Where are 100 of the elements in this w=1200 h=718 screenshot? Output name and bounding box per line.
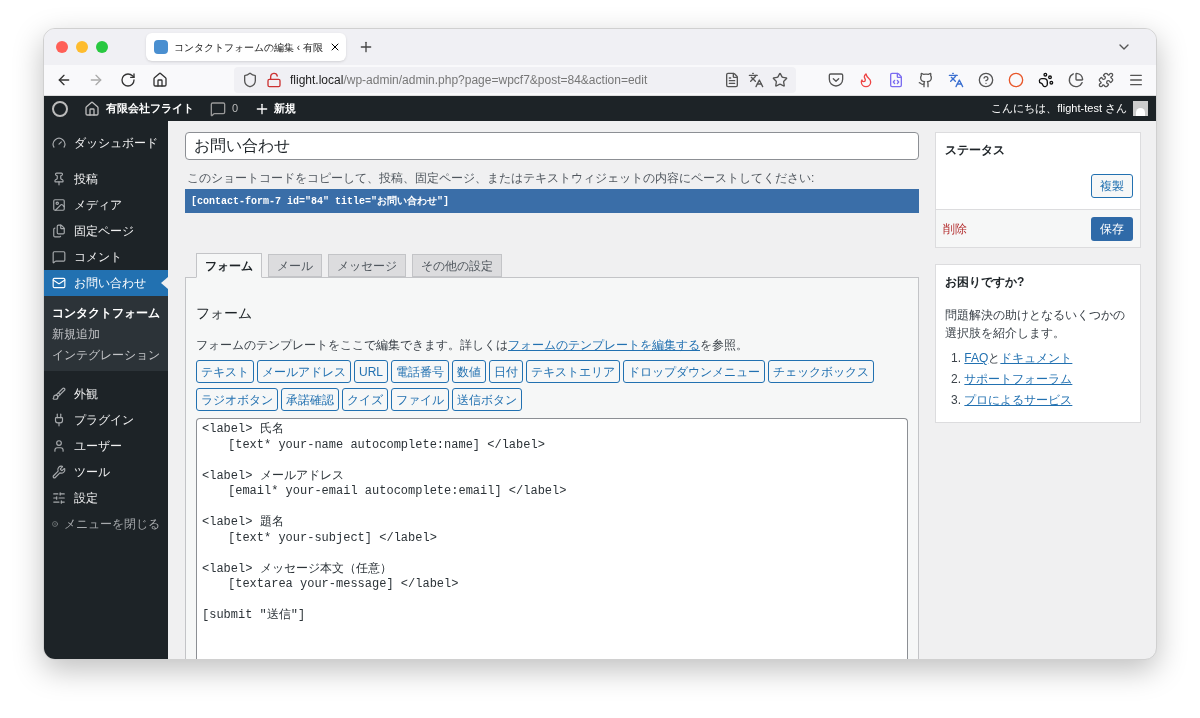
tag-generator-button[interactable]: 日付 [489, 360, 523, 383]
code-line: [email* your-email autocomplete:email] </label> [228, 484, 567, 500]
tag-generator-button[interactable]: 承諾確認 [281, 388, 339, 411]
menu-item-icon [52, 387, 66, 401]
code-line: <label> 氏名 [202, 422, 284, 438]
address-bar[interactable]: flight.local/wp-admin/admin.php?page=wpcf7&post=84&action=edit [234, 67, 796, 93]
tag-generator-button[interactable]: メールアドレス [257, 360, 351, 383]
home-icon[interactable] [152, 72, 168, 88]
sidebar-item[interactable]: お問い合わせ [44, 270, 168, 296]
shortcode-field[interactable]: [contact-form-7 id="84" title="お問い合わせ"] [185, 189, 919, 213]
site-name-link[interactable]: 有限会社フライト [106, 100, 194, 117]
help-item: 1. FAQと ドキュメント [951, 350, 1074, 367]
submenu-item[interactable]: 新規追加 [44, 323, 168, 344]
reload-icon[interactable] [120, 72, 136, 88]
pie-chart-icon[interactable] [1068, 72, 1084, 88]
help-link[interactable]: FAQ [964, 351, 989, 365]
close-window-button[interactable] [56, 41, 68, 53]
code-line: <label> 題名 [202, 515, 284, 531]
code-line: [text* your-subject] </label> [228, 530, 437, 546]
menu-item-icon [52, 465, 66, 479]
new-link[interactable]: 新規 [274, 100, 297, 117]
sidebar-item[interactable]: 外観 [44, 381, 168, 407]
menu-item-icon [52, 439, 66, 453]
help-item: 2. サポートフォーラム [951, 371, 1074, 388]
tag-generator-button[interactable]: チェックボックス [768, 360, 874, 383]
tag-generator-button[interactable]: 電話番号 [391, 360, 449, 383]
sidebar-item[interactable]: 設定 [44, 485, 168, 511]
browser-tab[interactable]: コンタクトフォームの編集 ‹ 有限 [146, 33, 346, 61]
comment-icon[interactable] [210, 100, 226, 117]
cat-icon[interactable] [918, 72, 934, 88]
delete-link[interactable]: 削除 [943, 219, 967, 238]
help-title: お困りですか? [945, 274, 1026, 291]
submenu-item[interactable]: コンタクトフォーム [44, 302, 168, 323]
tag-generator-button[interactable]: ファイル [391, 388, 449, 411]
help-link[interactable]: サポートフォーラム [964, 372, 1073, 386]
current-arrow [161, 277, 168, 289]
code-line: [text* your-name autocomplete:name] </label> [228, 437, 545, 453]
reader-view-icon[interactable] [724, 72, 740, 88]
menu-item-icon [52, 136, 66, 150]
url-text: flight.local/wp-admin/admin.php?page=wpcf7&post=84&action=edit [290, 72, 648, 89]
tag-generator-button[interactable]: 送信ボタン [452, 388, 522, 411]
sidebar-item[interactable]: コメント [44, 244, 168, 270]
title-field[interactable]: お問い合わせ [185, 132, 919, 160]
menu-icon[interactable] [1128, 72, 1144, 88]
menu-item-icon [52, 250, 66, 264]
flame-icon[interactable] [858, 72, 874, 88]
tag-generator-button[interactable]: 数値 [452, 360, 486, 383]
tag-generator-button[interactable]: テキストエリア [526, 360, 620, 383]
menu-item-icon [52, 172, 66, 186]
settings-tab[interactable]: メッセージ [328, 254, 406, 277]
help-text: 問題解決の助けとなるいくつかの選択肢を紹介します。 [945, 307, 1126, 342]
sidebar-item[interactable]: プラグイン [44, 407, 168, 433]
extensions-icon[interactable] [1098, 72, 1114, 88]
code-line: <label> メッセージ本文（任意） [202, 561, 392, 577]
greeting-link[interactable]: こんにちは、flight-test さん [991, 100, 1127, 117]
sidebar-item[interactable]: 投稿 [44, 166, 168, 192]
collapse-menu-button[interactable]: メニューを閉じる [44, 511, 168, 537]
shortcode-hint: このショートコードをコピーして、投稿、固定ページ、またはテキストウィジェットの内容にペーストしてください: [187, 170, 816, 187]
sidebar-item[interactable]: ダッシュボード [44, 130, 168, 156]
tag-generator-button[interactable]: ドロップダウンメニュー [623, 360, 765, 383]
bookmark-star-icon[interactable] [772, 72, 788, 88]
comment-count[interactable]: 0 [232, 100, 239, 117]
menu-item-icon [52, 224, 66, 238]
duplicate-button[interactable]: 複製 [1091, 174, 1133, 198]
back-icon[interactable] [56, 72, 72, 88]
translate-icon[interactable] [748, 72, 764, 88]
panel-heading: フォーム [196, 304, 253, 323]
tag-generator-button[interactable]: URL [354, 360, 388, 383]
help-item: 3. プロによるサービス [951, 392, 1074, 409]
settings-tab[interactable]: フォーム [196, 253, 262, 278]
sidebar-item[interactable]: 固定ページ [44, 218, 168, 244]
shield-icon [242, 72, 258, 88]
help-icon[interactable] [978, 72, 994, 88]
code-file-icon[interactable] [888, 72, 904, 88]
template-editor[interactable] [196, 418, 908, 659]
menu-item-icon [52, 413, 66, 427]
template-help-link[interactable]: フォームのテンプレートを編集する [508, 338, 700, 352]
save-button[interactable]: 保存 [1091, 216, 1133, 241]
site-favicon [154, 40, 168, 54]
settings-tab[interactable]: その他の設定 [412, 254, 502, 277]
insecure-lock-icon [266, 72, 282, 88]
pocket-icon[interactable] [828, 72, 844, 88]
panel-description: フォームのテンプレートをここで編集できます。詳しくはフォームのテンプレートを編集するを参照。 [196, 337, 749, 354]
tag-generator-button[interactable]: クイズ [342, 388, 388, 411]
menu-item-icon [52, 198, 66, 212]
sidebar-item[interactable]: メディア [44, 192, 168, 218]
status-title: ステータス [944, 142, 1006, 159]
new-tab-icon[interactable] [358, 39, 374, 55]
home-icon[interactable] [84, 100, 100, 117]
tag-generator-button[interactable]: テキスト [196, 360, 254, 383]
code-line: [submit "送信"] [202, 608, 306, 624]
paw-icon[interactable] [1038, 72, 1054, 88]
sidebar-item[interactable]: ユーザー [44, 433, 168, 459]
tag-generator-button[interactable]: ラジオボタン [196, 388, 278, 411]
help-link[interactable]: ドキュメント [1000, 351, 1073, 365]
sidebar-item[interactable]: ツール [44, 459, 168, 485]
help-link[interactable]: プロによるサービス [964, 393, 1073, 407]
translate-extension-icon[interactable] [948, 72, 964, 88]
submenu-item[interactable]: インテグレーション [44, 344, 168, 365]
settings-tab[interactable]: メール [268, 254, 322, 277]
